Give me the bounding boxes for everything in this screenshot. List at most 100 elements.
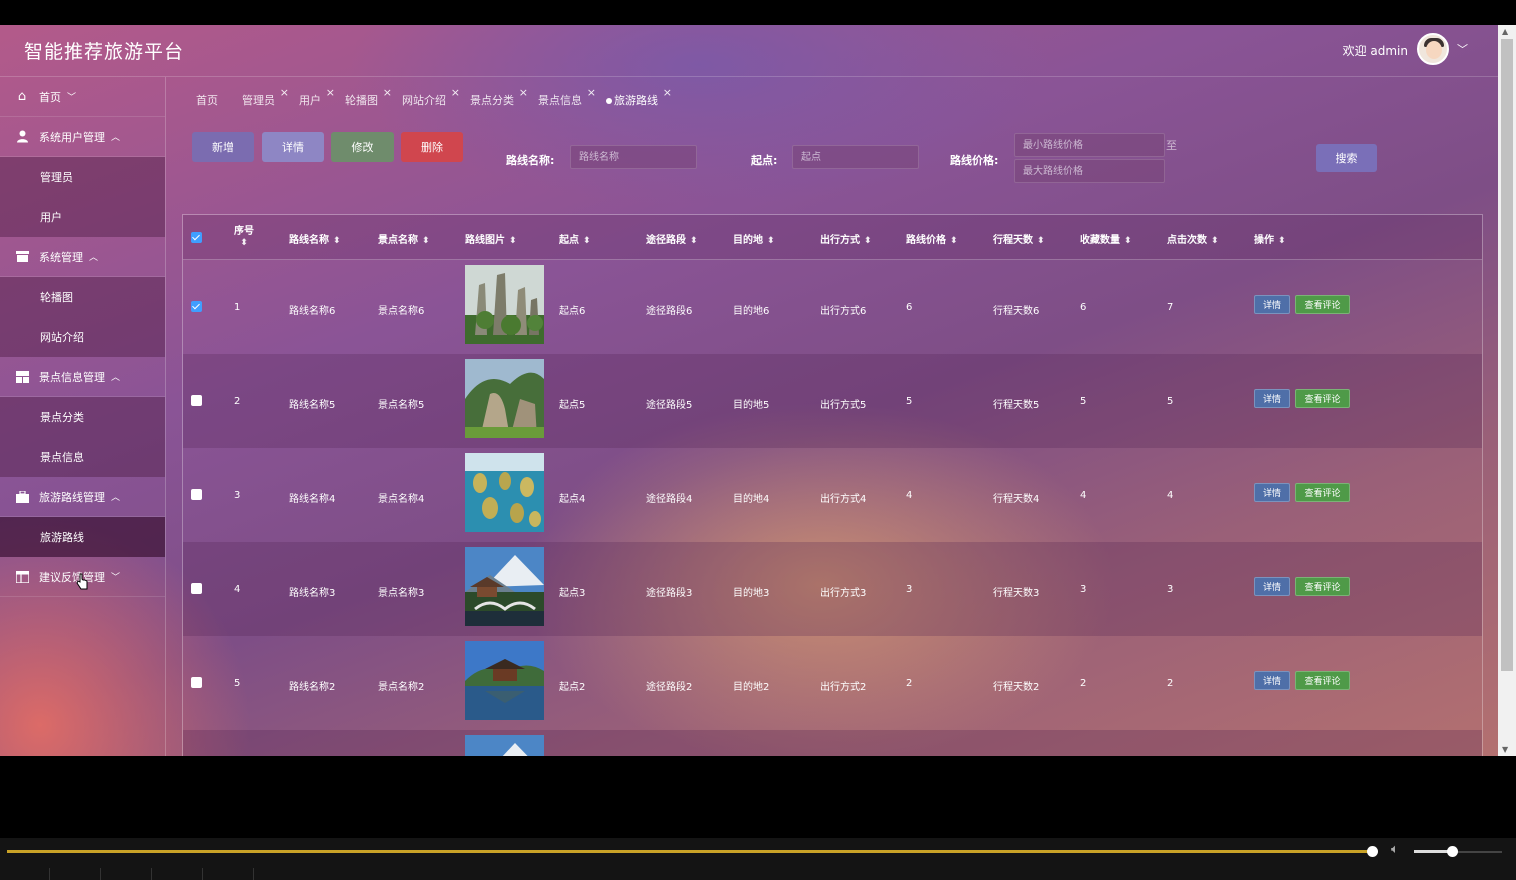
col-header-route[interactable]: 路线名称 ⬍ — [289, 231, 341, 246]
sidebar-item-carousel[interactable]: 轮播图 — [0, 277, 165, 317]
table-row[interactable]: 4 路线名称3 景点名称3 起点3 途径路段3 目的地3 出行方式3 3 行程天… — [183, 542, 1482, 636]
row-checkbox[interactable] — [191, 395, 202, 406]
cell-days: 行程天数4 — [993, 494, 1040, 505]
sidebar-item-users[interactable]: 用户 — [0, 197, 165, 237]
tab-travel-routes[interactable]: 旅游路线 × — [606, 86, 672, 108]
row-checkbox[interactable] — [191, 301, 202, 312]
route-image-pagoda-lake[interactable] — [465, 641, 544, 720]
row-comments-button[interactable]: 查看评论 — [1295, 389, 1350, 408]
playback-knob[interactable] — [1367, 846, 1378, 857]
col-header-favorites[interactable]: 收藏数量 ⬍ — [1080, 231, 1132, 246]
sidebar-item-site-intro[interactable]: 网站介绍 — [0, 317, 165, 357]
row-comments-button[interactable]: 查看评论 — [1295, 671, 1350, 690]
min-price-input[interactable] — [1014, 133, 1165, 157]
table-row[interactable]: 5 路线名称2 景点名称2 起点2 途径路段2 目的地2 出行方式2 2 行程天… — [183, 636, 1482, 730]
tab-home[interactable]: 首页 — [196, 92, 228, 108]
cell-dest: 目的地4 — [733, 494, 770, 505]
col-header-clicks[interactable]: 点击次数 ⬍ — [1167, 231, 1219, 246]
add-button[interactable]: 新增 — [192, 132, 254, 162]
close-icon[interactable]: × — [519, 86, 528, 99]
col-header-dest[interactable]: 目的地 ⬍ — [733, 231, 775, 246]
tab-users[interactable]: 用户 × — [299, 86, 335, 108]
scrollbar-thumb[interactable] — [1501, 39, 1513, 671]
sort-icon: ⬍ — [422, 236, 430, 246]
close-icon[interactable]: × — [587, 86, 596, 99]
sidebar-item-admins[interactable]: 管理员 — [0, 157, 165, 197]
sidebar-group-routes[interactable]: 旅游路线管理 ︿ — [0, 477, 165, 517]
tab-carousel[interactable]: 轮播图 × — [345, 86, 392, 108]
tab-admins[interactable]: 管理员 × — [242, 86, 289, 108]
table-row[interactable]: 1 路线名称6 景点名称6 起点6 途径路段6 目的地6 出行方式6 6 行程天… — [183, 260, 1482, 354]
sort-icon: ⬍ — [1278, 236, 1286, 246]
route-name-input[interactable] — [570, 145, 697, 169]
row-checkbox[interactable] — [191, 583, 202, 594]
tab-site-intro[interactable]: 网站介绍 × — [402, 86, 460, 108]
table-row[interactable] — [183, 730, 1482, 756]
row-detail-button[interactable]: 详情 — [1254, 671, 1290, 690]
volume-knob[interactable] — [1447, 846, 1458, 857]
col-header-days[interactable]: 行程天数 ⬍ — [993, 231, 1045, 246]
select-all-checkbox[interactable] — [191, 232, 202, 243]
sidebar-item-spot-info[interactable]: 景点信息 — [0, 437, 165, 477]
table-icon — [14, 570, 30, 584]
close-icon[interactable]: × — [451, 86, 460, 99]
scroll-down-icon[interactable]: ▼ — [1502, 745, 1508, 754]
close-icon[interactable]: × — [280, 86, 289, 99]
row-checkbox[interactable] — [191, 677, 202, 688]
row-detail-button[interactable]: 详情 — [1254, 483, 1290, 502]
chevron-down-icon[interactable]: ﹀ — [1457, 41, 1468, 57]
avatar[interactable] — [1417, 33, 1449, 65]
detail-button[interactable]: 详情 — [262, 132, 324, 162]
playback-progress[interactable] — [7, 850, 1372, 853]
close-icon[interactable]: × — [383, 86, 392, 99]
origin-input[interactable] — [792, 145, 919, 169]
sidebar-item-spot-category[interactable]: 景点分类 — [0, 397, 165, 437]
col-header-price[interactable]: 路线价格 ⬍ — [906, 231, 958, 246]
sidebar-item-home[interactable]: ⌂ 首页 ﹀ — [0, 77, 165, 117]
tab-spot-category[interactable]: 景点分类 × — [470, 86, 528, 108]
sidebar-group-system[interactable]: 系统管理 ︿ — [0, 237, 165, 277]
row-comments-button[interactable]: 查看评论 — [1295, 295, 1350, 314]
cell-no: 2 — [234, 396, 241, 407]
col-header-via[interactable]: 途径路段 ⬍ — [646, 231, 698, 246]
sidebar-group-system-users[interactable]: 系统用户管理 ︿ — [0, 117, 165, 157]
col-header-mode[interactable]: 出行方式 ⬍ — [820, 231, 872, 246]
sidebar-group-spots[interactable]: 景点信息管理 ︿ — [0, 357, 165, 397]
row-comments-button[interactable]: 查看评论 — [1295, 483, 1350, 502]
col-header-actions[interactable]: 操作 ⬍ — [1254, 231, 1286, 246]
tab-label: 网站介绍 — [402, 94, 446, 107]
sort-icon: ⬍ — [864, 236, 872, 246]
cell-days: 行程天数5 — [993, 400, 1040, 411]
col-header-image[interactable]: 路线图片 ⬍ — [465, 231, 517, 246]
search-button[interactable]: 搜索 — [1316, 144, 1377, 172]
route-image-mountains[interactable] — [465, 265, 544, 344]
row-detail-button[interactable]: 详情 — [1254, 295, 1290, 314]
close-icon[interactable]: × — [663, 86, 672, 99]
table-row[interactable]: 2 路线名称5 景点名称5 起点5 途径路段5 目的地5 出行方式5 5 行程天… — [183, 354, 1482, 448]
scroll-up-icon[interactable]: ▲ — [1502, 27, 1508, 36]
page-scrollbar[interactable]: ▲ ▼ — [1498, 25, 1516, 756]
close-icon[interactable]: × — [326, 86, 335, 99]
volume-icon[interactable]: 🔈︎ — [1391, 842, 1399, 857]
tab-spot-info[interactable]: 景点信息 × — [538, 86, 596, 108]
row-comments-button[interactable]: 查看评论 — [1295, 577, 1350, 596]
sidebar-group-label: 建议反馈管理 — [39, 570, 105, 584]
row-checkbox[interactable] — [191, 489, 202, 500]
delete-button[interactable]: 删除 — [401, 132, 463, 162]
table-row[interactable]: 3 路线名称4 景点名称4 起点4 途径路段4 目的地4 出行方式4 4 行程天… — [183, 448, 1482, 542]
edit-button[interactable]: 修改 — [331, 132, 394, 162]
cell-favorites: 5 — [1080, 396, 1087, 407]
col-header-no[interactable]: 序号 ⬍ — [234, 222, 254, 248]
col-header-origin[interactable]: 起点 ⬍ — [559, 231, 591, 246]
row-detail-button[interactable]: 详情 — [1254, 389, 1290, 408]
col-header-spot[interactable]: 景点名称 ⬍ — [378, 231, 430, 246]
route-image-pagoda-bridge[interactable] — [465, 547, 544, 626]
max-price-input[interactable] — [1014, 159, 1165, 183]
route-image-karst-lake[interactable] — [465, 453, 544, 532]
sidebar-item-travel-routes[interactable]: 旅游路线 — [0, 517, 165, 557]
range-separator: 至 — [1166, 139, 1177, 152]
route-image-cliffs[interactable] — [465, 359, 544, 438]
player-segment — [152, 868, 203, 880]
row-detail-button[interactable]: 详情 — [1254, 577, 1290, 596]
route-image-partial[interactable] — [465, 735, 544, 756]
